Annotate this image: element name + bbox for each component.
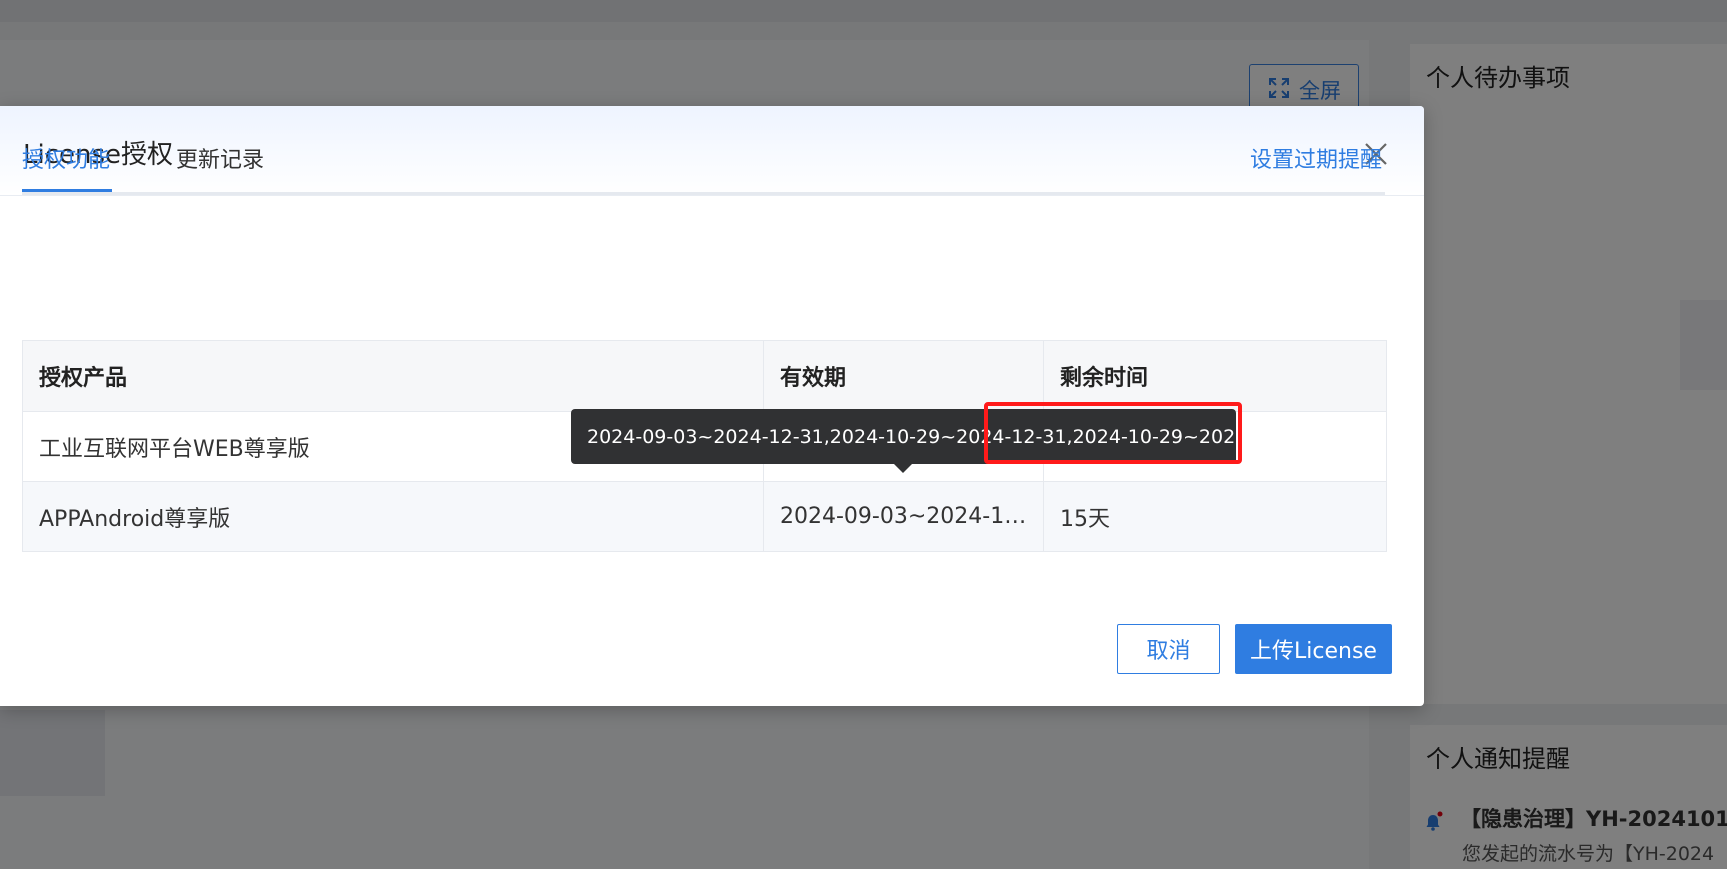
highlight-box [984,402,1242,464]
tab-license-features[interactable]: 授权功能 [22,136,112,192]
cell-validity[interactable]: 2024-09-03~2024-12-31,2024-10-29~2024-12… [763,481,1044,552]
table-header-row: 授权产品 有效期 剩余时间 [22,340,1387,412]
upload-license-button[interactable]: 上传License [1235,624,1392,674]
column-header-product: 授权产品 [22,340,764,412]
cell-remaining: 15天 [1043,481,1387,552]
column-header-validity: 有效期 [763,340,1044,412]
expire-reminder-link[interactable]: 设置过期提醒 [1250,136,1382,186]
tab-update-records[interactable]: 更新记录 [176,136,264,189]
tooltip-arrow [894,464,912,473]
cell-product: APPAndroid尊享版 [22,481,764,552]
table-row: APPAndroid尊享版 2024-09-03~2024-12-31,2024… [22,481,1387,552]
dialog-tabs: 授权功能 更新记录 [22,136,1385,195]
cancel-button[interactable]: 取消 [1117,624,1220,674]
column-header-remaining: 剩余时间 [1043,340,1387,412]
